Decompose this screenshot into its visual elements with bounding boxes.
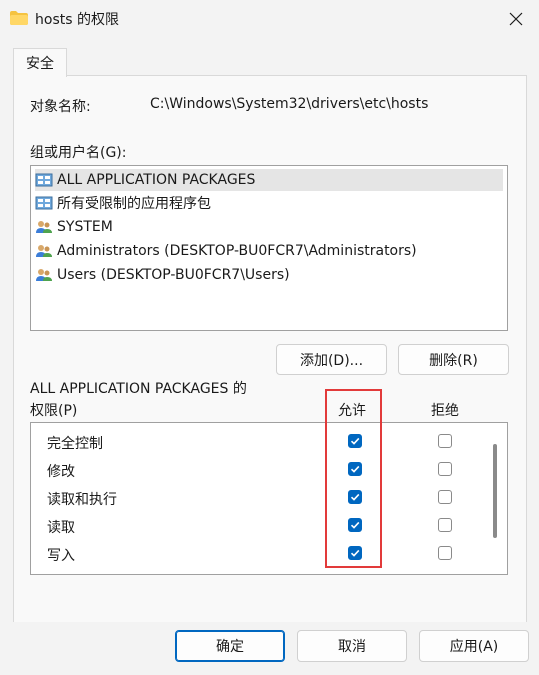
list-item[interactable]: ALL APPLICATION PACKAGES xyxy=(35,169,503,191)
check-icon xyxy=(350,521,360,529)
package-group-icon xyxy=(35,196,53,210)
allow-checkbox[interactable] xyxy=(348,518,362,532)
check-icon xyxy=(350,465,360,473)
check-icon xyxy=(350,549,360,557)
list-item-label: SYSTEM xyxy=(57,219,113,235)
list-item-label: Users (DESKTOP-BU0FCR7\Users) xyxy=(57,267,290,283)
ok-button[interactable]: 确定 xyxy=(175,630,285,662)
users-icon xyxy=(36,221,52,233)
permission-row: 修改 xyxy=(31,456,489,484)
add-button[interactable]: 添加(D)... xyxy=(276,344,387,375)
allow-checkbox[interactable] xyxy=(348,490,362,504)
check-icon xyxy=(350,437,360,445)
allow-column-header: 允许 xyxy=(338,403,366,419)
list-item[interactable]: SYSTEM xyxy=(35,216,113,238)
users-icon xyxy=(36,269,52,281)
deny-checkbox[interactable] xyxy=(438,546,452,560)
permission-scrollbar[interactable] xyxy=(493,444,497,538)
deny-checkbox[interactable] xyxy=(438,462,452,476)
permission-header-line1: ALL APPLICATION PACKAGES 的 xyxy=(30,381,247,397)
remove-button[interactable]: 删除(R) xyxy=(398,344,509,375)
deny-checkbox[interactable] xyxy=(438,518,452,532)
folder-icon xyxy=(10,11,28,25)
permission-header-line2: 权限(P) xyxy=(30,403,78,419)
permission-row: 读取和执行 xyxy=(31,484,489,512)
deny-checkbox[interactable] xyxy=(438,490,452,504)
apply-button[interactable]: 应用(A) xyxy=(419,630,529,662)
tab-security[interactable]: 安全 xyxy=(13,48,67,77)
group-list-label: 组或用户名(G): xyxy=(30,145,127,161)
deny-column-header: 拒绝 xyxy=(431,403,459,419)
list-item-label: Administrators (DESKTOP-BU0FCR7\Administ… xyxy=(57,243,417,259)
group-user-list[interactable]: ALL APPLICATION PACKAGES 所有受限制的应用程序包 SYS… xyxy=(30,165,508,331)
close-icon xyxy=(509,12,523,26)
window-title: hosts 的权限 xyxy=(35,12,119,28)
allow-checkbox[interactable] xyxy=(348,462,362,476)
list-item[interactable]: Users (DESKTOP-BU0FCR7\Users) xyxy=(35,264,290,286)
permission-name: 读取和执行 xyxy=(47,492,117,508)
close-button[interactable] xyxy=(500,4,532,34)
allow-checkbox[interactable] xyxy=(348,434,362,448)
object-path: C:\Windows\System32\drivers\etc\hosts xyxy=(150,96,429,112)
list-item[interactable]: 所有受限制的应用程序包 xyxy=(35,192,211,214)
check-icon xyxy=(350,493,360,501)
permission-name: 写入 xyxy=(47,548,75,564)
permission-name: 修改 xyxy=(47,464,75,480)
package-group-icon xyxy=(35,173,53,187)
permission-row: 写入 xyxy=(31,540,489,568)
list-item[interactable]: Administrators (DESKTOP-BU0FCR7\Administ… xyxy=(35,240,417,262)
permission-name: 读取 xyxy=(47,520,75,536)
users-icon xyxy=(36,245,52,257)
list-item-label: ALL APPLICATION PACKAGES xyxy=(57,172,256,188)
permission-list[interactable]: 完全控制 修改 读取和执行 读取 写入 xyxy=(30,422,508,575)
permission-name: 完全控制 xyxy=(47,436,103,452)
deny-checkbox[interactable] xyxy=(438,434,452,448)
object-name-label: 对象名称: xyxy=(30,99,91,115)
allow-checkbox[interactable] xyxy=(348,546,362,560)
permission-row: 完全控制 xyxy=(31,428,489,456)
cancel-button[interactable]: 取消 xyxy=(297,630,407,662)
permission-row: 读取 xyxy=(31,512,489,540)
list-item-label: 所有受限制的应用程序包 xyxy=(57,196,211,212)
